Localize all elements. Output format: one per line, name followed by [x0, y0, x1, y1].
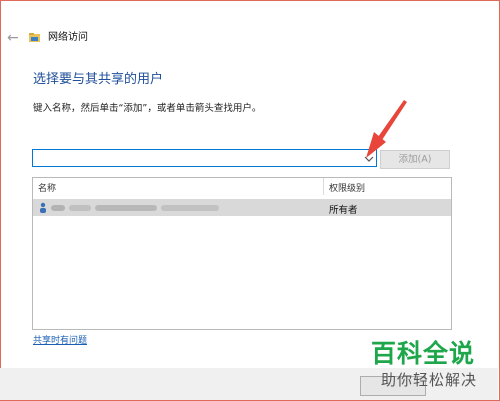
page-heading: 选择要与其共享的用户	[33, 72, 164, 87]
user-name-input[interactable]	[32, 149, 377, 167]
network-folder-icon	[29, 33, 40, 42]
user-permissions-table: 名称 权限级别 所有者	[32, 177, 452, 330]
column-header-permission[interactable]: 权限级别	[329, 181, 365, 194]
table-row[interactable]: 所有者	[33, 199, 451, 216]
table-header: 名称 权限级别	[33, 178, 451, 195]
watermark-sub-text: 助你轻松解决	[381, 371, 478, 389]
column-divider[interactable]	[323, 178, 324, 195]
instruction-text: 键入名称，然后单击“添加”，或者单击箭头查找用户。	[33, 103, 262, 114]
blurred-user-name	[51, 205, 219, 211]
user-icon	[40, 202, 46, 213]
red-pointer-arrow-icon	[366, 100, 407, 158]
sharing-trouble-link[interactable]: 共享时有问题	[33, 335, 87, 347]
watermark: 百科全说 助你轻松解决	[371, 338, 495, 394]
column-header-name[interactable]: 名称	[38, 181, 56, 194]
back-arrow-icon[interactable]: ←	[7, 31, 19, 45]
permission-cell: 所有者	[329, 205, 358, 216]
watermark-main-text: 百科全说	[371, 339, 476, 368]
window-title: 网络访问	[48, 32, 88, 43]
